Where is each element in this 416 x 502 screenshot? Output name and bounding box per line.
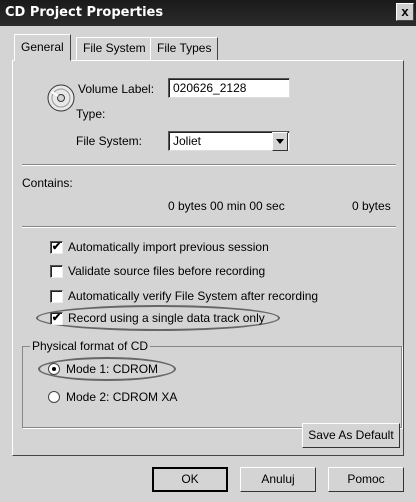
- single-track-label: Record using a single data track only: [68, 311, 265, 325]
- validate-files-label: Validate source files before recording: [68, 264, 266, 278]
- contains-label: Contains:: [22, 176, 73, 190]
- physical-format-title: Physical format of CD: [30, 339, 151, 353]
- cd-project-properties-dialog: CD Project Properties x General File Sys…: [0, 0, 416, 502]
- contains-bytes: 0 bytes: [352, 199, 391, 213]
- divider: [22, 164, 396, 166]
- mode1-radio[interactable]: [48, 363, 60, 375]
- tab-file-types[interactable]: File Types: [150, 37, 219, 60]
- window-title: CD Project Properties: [5, 5, 164, 20]
- chevron-down-icon[interactable]: [272, 132, 288, 151]
- title-bar: CD Project Properties x: [0, 0, 416, 26]
- tab-file-system[interactable]: File System: [76, 37, 153, 60]
- mode1-label: Mode 1: CDROM: [66, 362, 159, 376]
- mode2-label: Mode 2: CDROM XA: [66, 390, 178, 404]
- close-button[interactable]: x: [396, 3, 414, 21]
- import-session-label: Automatically import previous session: [68, 240, 269, 254]
- cd-disc-icon: [47, 84, 75, 112]
- contains-summary: 0 bytes 00 min 00 sec: [168, 199, 285, 213]
- help-button[interactable]: Pomoc: [328, 467, 404, 492]
- type-label: Type:: [76, 107, 106, 121]
- verify-fs-label: Automatically verify File System after r…: [68, 289, 319, 303]
- volume-label-input[interactable]: 020626_2128: [168, 78, 290, 98]
- mode2-radio[interactable]: [48, 391, 60, 403]
- verify-fs-checkbox[interactable]: [50, 290, 63, 303]
- import-session-checkbox[interactable]: ✔: [50, 241, 63, 254]
- cancel-button[interactable]: Anuluj: [240, 467, 316, 492]
- single-track-checkbox[interactable]: ✔: [50, 312, 63, 325]
- save-as-default-button[interactable]: Save As Default: [302, 423, 400, 448]
- tab-general[interactable]: General: [14, 34, 71, 61]
- ok-button[interactable]: OK: [152, 467, 228, 492]
- validate-files-checkbox[interactable]: [50, 265, 63, 278]
- file-system-label: File System:: [76, 134, 143, 148]
- divider: [22, 226, 396, 228]
- volume-label-label: Volume Label:: [78, 82, 155, 96]
